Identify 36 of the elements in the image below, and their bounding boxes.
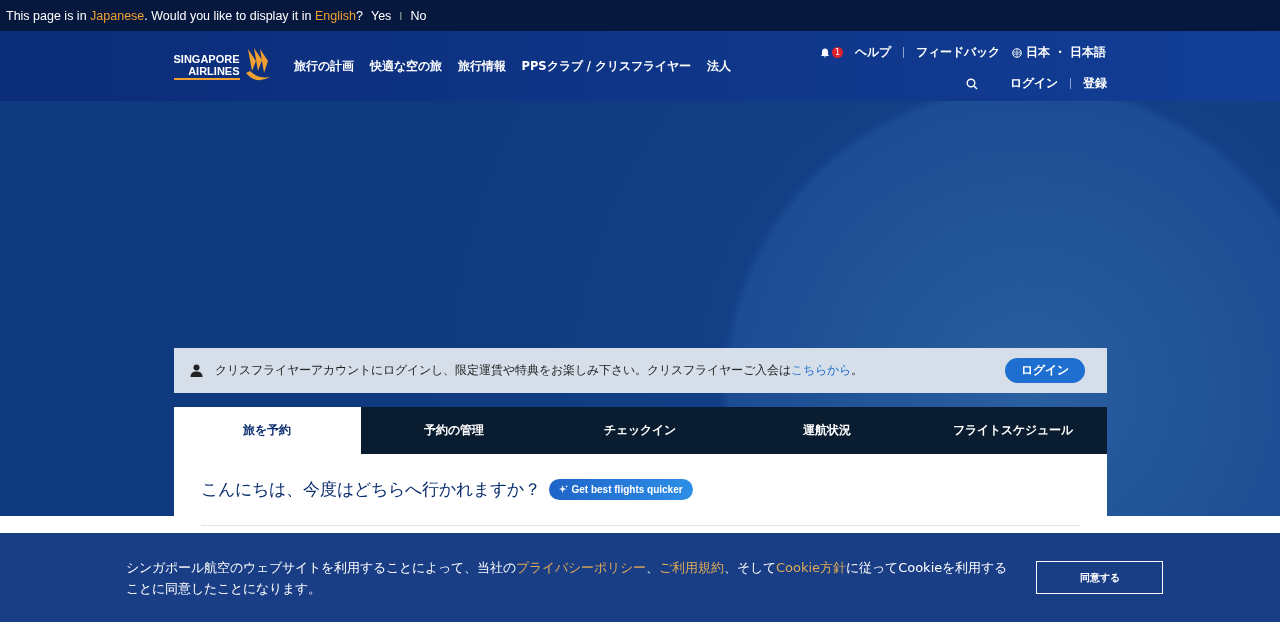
privacy-policy-link[interactable]: プライバシーポリシー: [516, 559, 646, 575]
tab[interactable]: チェックイン: [547, 407, 734, 454]
nav-link[interactable]: 旅行情報: [457, 58, 506, 74]
cookie-notice-text: シンガポール航空のウェブサイトを利用することによって、当社のプライバシーポリシー、ご利用規約、そしてCookie方針に従ってCookieを利用することに同意したことになります。: [126, 558, 1009, 598]
tab[interactable]: 旅を予約: [173, 407, 361, 454]
locale-selector[interactable]: 日本 ・ 日本語: [1026, 44, 1107, 61]
tab[interactable]: 予約の管理: [360, 407, 547, 454]
airline-logo[interactable]: SINGAPORE AIRLINES: [173, 47, 272, 85]
signup-link[interactable]: こちらから: [790, 363, 851, 377]
search-icon[interactable]: [965, 77, 978, 90]
ai-search-button[interactable]: Get best flights quicker: [548, 479, 693, 500]
greeting-heading: こんにちは、今度はどちらへ行かれますか？: [200, 478, 541, 501]
feedback-link[interactable]: フィードバック: [916, 44, 1001, 61]
bell-icon[interactable]: [820, 47, 831, 58]
login-link[interactable]: ログイン: [1009, 75, 1058, 92]
user-icon: [189, 364, 203, 377]
nav-link[interactable]: PPSクラブ / クリスフライヤー: [521, 58, 691, 74]
nav-link[interactable]: 旅行の計画: [293, 58, 354, 74]
no-link[interactable]: No: [410, 8, 427, 23]
globe-icon: [1012, 47, 1023, 58]
yes-link[interactable]: Yes: [370, 8, 392, 23]
nav-link[interactable]: 快適な空の旅: [369, 58, 442, 74]
notification-badge: 1: [832, 47, 844, 58]
translate-message: This page is in Japanese. Would you like to display it in English?: [6, 8, 363, 23]
register-link[interactable]: 登録: [1082, 75, 1107, 92]
cookie-policy-link[interactable]: Cookie方針: [776, 559, 847, 575]
help-link[interactable]: ヘルプ: [855, 44, 892, 61]
nav-link[interactable]: 法人: [706, 58, 731, 74]
terms-link[interactable]: ご利用規約: [659, 559, 724, 575]
tab[interactable]: フライトスケジュール: [920, 407, 1107, 454]
tab[interactable]: 運航状況: [733, 407, 920, 454]
login-button[interactable]: ログイン: [1004, 358, 1085, 383]
sparkle-icon: [558, 485, 568, 494]
login-promo-text: クリスフライヤーアカウントにログインし、限定運賃や特典をお楽しみ下さい。クリスフライヤーご入会はこちらから。: [214, 363, 863, 378]
separator: I: [399, 9, 403, 22]
agree-button[interactable]: 同意する: [1036, 561, 1163, 594]
